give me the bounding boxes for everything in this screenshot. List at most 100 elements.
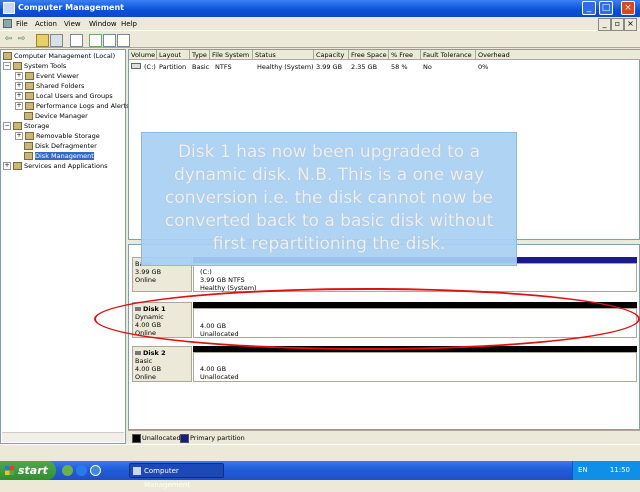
- computer-management-icon: [3, 2, 15, 14]
- maximize-button[interactable]: □: [599, 1, 613, 15]
- col-header-capacity[interactable]: Capacity: [314, 50, 349, 60]
- legend-primary-swatch: [180, 434, 189, 443]
- volume-overhead: 0%: [478, 63, 489, 71]
- tree-item-event-viewer[interactable]: + Event Viewer: [15, 72, 79, 80]
- col-header-file-system[interactable]: File System: [210, 50, 253, 60]
- disk2-label[interactable]: Disk 2 Basic 4.00 GB Online: [132, 346, 192, 382]
- performance-icon: [25, 102, 34, 110]
- mmc-doc-icon[interactable]: [3, 19, 12, 28]
- volume-layout: Partition: [159, 63, 187, 71]
- close-button[interactable]: ×: [621, 1, 635, 15]
- users-icon: [25, 92, 34, 100]
- quicklaunch-ie-icon[interactable]: [76, 465, 87, 476]
- defragmenter-icon: [24, 142, 33, 150]
- tree-item-root[interactable]: Computer Management (Local): [3, 52, 115, 60]
- windows-logo-icon: [5, 466, 14, 475]
- callout-text: Disk 1 has now been upgraded to a dynami…: [164, 142, 494, 254]
- disk-legend: Unallocated Primary partition: [128, 430, 640, 444]
- disk-management-icon: [24, 152, 33, 160]
- disk-icon: [135, 351, 141, 355]
- annotation-callout: Disk 1 has now been upgraded to a dynami…: [141, 132, 517, 266]
- services-icon: [13, 162, 22, 170]
- expand-icon[interactable]: +: [15, 132, 23, 140]
- col-header-overhead[interactable]: Overhead: [476, 50, 640, 60]
- col-header-fault-tolerance[interactable]: Fault Tolerance: [421, 50, 476, 60]
- console-tree[interactable]: Computer Management (Local) − System Tool…: [0, 49, 129, 444]
- tray-clock[interactable]: 11:50: [610, 466, 630, 474]
- menu-window[interactable]: Window: [89, 20, 117, 28]
- tree-item-shared-folders[interactable]: + Shared Folders: [15, 82, 84, 90]
- event-viewer-icon: [25, 72, 34, 80]
- language-indicator[interactable]: EN: [578, 466, 588, 474]
- volume-capacity: 3.99 GB: [316, 63, 343, 71]
- legend-unallocated-swatch: [132, 434, 141, 443]
- col-header-volume[interactable]: Volume: [129, 50, 157, 60]
- shared-folder-icon: [25, 82, 34, 90]
- back-arrow-icon[interactable]: ⇦: [3, 34, 14, 45]
- menu-action[interactable]: Action: [35, 20, 57, 28]
- menu-help[interactable]: Help: [121, 20, 137, 28]
- volume-row[interactable]: (C:): [131, 63, 156, 71]
- tree-item-storage[interactable]: − Storage: [3, 122, 49, 130]
- toolbar: ⇦ ⇨: [0, 32, 640, 48]
- mdi-restore-button[interactable]: ▫: [611, 18, 624, 31]
- col-header-percent-free[interactable]: % Free: [389, 50, 421, 60]
- tree-item-device-manager[interactable]: Device Manager: [24, 112, 88, 120]
- mdi-minimize-button[interactable]: _: [598, 18, 611, 31]
- legend-primary-label: Primary partition: [190, 434, 245, 442]
- volume-percent-free: 58 %: [391, 63, 408, 71]
- collapse-icon[interactable]: −: [3, 62, 11, 70]
- computer-management-icon: [133, 467, 141, 475]
- volume-fault-tolerance: No: [423, 63, 432, 71]
- quicklaunch-media-icon[interactable]: [90, 465, 101, 476]
- expand-icon[interactable]: +: [15, 92, 23, 100]
- menu-bar: File Action View Window Help: [0, 17, 640, 31]
- highlight-ellipse: [94, 288, 640, 350]
- forward-arrow-icon[interactable]: ⇨: [16, 34, 27, 45]
- volume-status: Healthy (System): [257, 63, 314, 71]
- volume-file-system: NTFS: [215, 63, 232, 71]
- removable-storage-icon: [25, 132, 34, 140]
- taskbar-app-button[interactable]: Computer Management: [129, 463, 224, 489]
- tree-item-local-users[interactable]: + Local Users and Groups: [15, 92, 113, 100]
- tree-item-system-tools[interactable]: − System Tools: [3, 62, 66, 70]
- volume-free-space: 2.35 GB: [351, 63, 378, 71]
- help-icon[interactable]: [89, 34, 102, 47]
- mdi-controls: _ ▫ ×: [598, 18, 638, 31]
- expand-icon[interactable]: +: [15, 102, 23, 110]
- col-header-type[interactable]: Type: [190, 50, 210, 60]
- col-header-status[interactable]: Status: [253, 50, 314, 60]
- device-manager-icon: [24, 112, 33, 120]
- expand-icon[interactable]: +: [3, 162, 11, 170]
- status-bar: [0, 444, 640, 458]
- tools-icon: [13, 62, 22, 70]
- disk2-unallocated-space[interactable]: 4.00 GB Unallocated: [193, 352, 637, 382]
- collapse-icon[interactable]: −: [3, 122, 11, 130]
- tree-horizontal-scrollbar[interactable]: [2, 432, 124, 442]
- mdi-close-button[interactable]: ×: [624, 18, 637, 31]
- expand-icon[interactable]: +: [15, 72, 23, 80]
- col-header-free-space[interactable]: Free Space: [349, 50, 389, 60]
- volume-type: Basic: [192, 63, 210, 71]
- tree-item-disk-defragmenter[interactable]: Disk Defragmenter: [24, 142, 97, 150]
- expand-icon[interactable]: +: [15, 82, 23, 90]
- tree-item-removable-storage[interactable]: + Removable Storage: [15, 132, 100, 140]
- storage-icon: [13, 122, 22, 130]
- show-tree-icon[interactable]: [50, 34, 63, 47]
- refresh-icon[interactable]: [117, 34, 130, 47]
- computer-icon: [3, 52, 12, 60]
- minimize-button[interactable]: _: [582, 1, 596, 15]
- quicklaunch-desktop-icon[interactable]: [62, 465, 73, 476]
- properties-icon[interactable]: [70, 34, 83, 47]
- legend-unallocated-label: Unallocated: [142, 434, 181, 442]
- up-folder-icon[interactable]: [36, 34, 49, 47]
- menu-file[interactable]: File: [16, 20, 28, 28]
- window-title: Computer Management: [18, 3, 124, 12]
- drive-icon: [131, 63, 141, 69]
- tree-item-perf-logs[interactable]: + Performance Logs and Alerts: [15, 102, 129, 110]
- menu-view[interactable]: View: [64, 20, 81, 28]
- export-list-icon[interactable]: [103, 34, 116, 47]
- tree-item-services[interactable]: + Services and Applications: [3, 162, 107, 170]
- tree-item-disk-management[interactable]: Disk Management: [24, 152, 94, 160]
- col-header-layout[interactable]: Layout: [157, 50, 190, 60]
